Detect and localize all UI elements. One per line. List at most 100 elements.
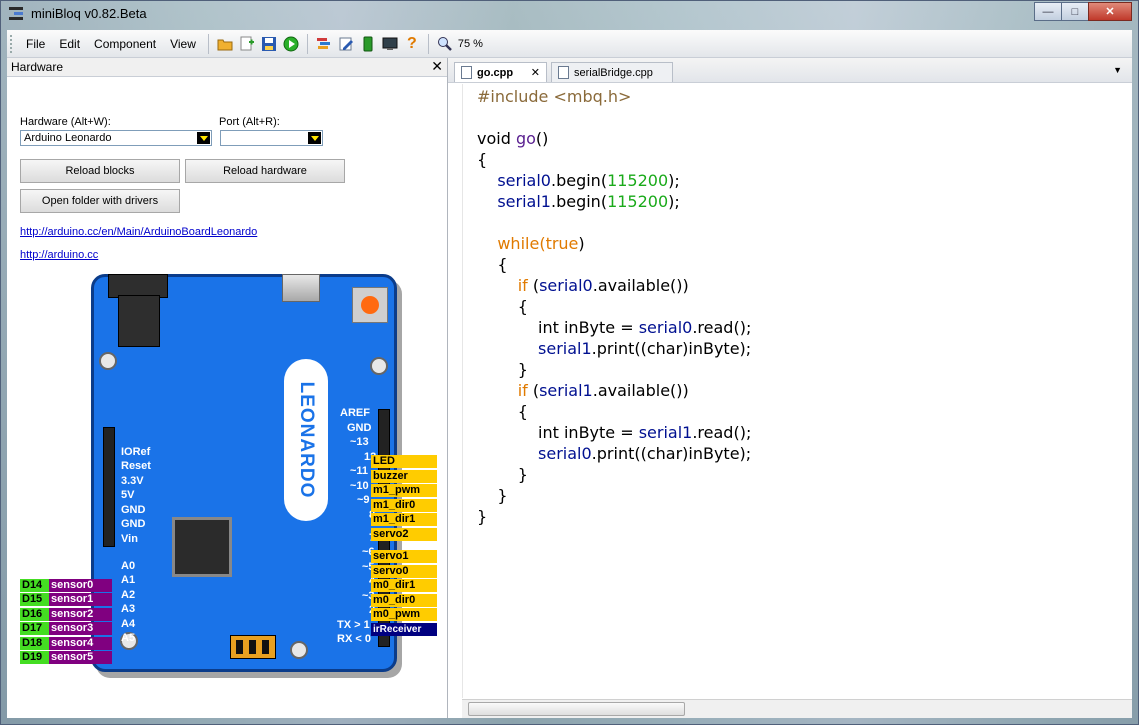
minibloq-app-icon [9,7,23,21]
tab-go-cpp[interactable]: go.cpp ✕ [454,62,547,82]
maximize-button[interactable]: □ [1061,2,1089,21]
tab-serialbridge-cpp[interactable]: serialBridge.cpp [551,62,673,82]
code-token: serial0 [538,444,592,463]
code-token: 115200 [607,171,669,190]
open-folder-icon[interactable] [216,35,234,53]
code-line[interactable]: serial1.print((char)inByte); [477,338,751,359]
close-panel-icon[interactable]: ✕ [431,58,443,75]
hardware-icon[interactable] [359,35,377,53]
code-line[interactable]: if (serial0.available()) [477,275,689,296]
code-token: .available()) [592,381,689,400]
menu-component[interactable]: Component [87,37,163,51]
code-line[interactable]: } [477,464,528,485]
code-token: ( [527,276,540,295]
port-select[interactable] [220,130,323,146]
hardware-select[interactable]: Arduino Leonardo [20,130,212,146]
code-line[interactable]: { [477,254,508,275]
mount-hole [370,357,388,375]
close-tab-icon[interactable]: ✕ [531,66,540,79]
code-line[interactable]: if (serial1.available()) [477,380,689,401]
file-icon [461,66,472,79]
edit-code-icon[interactable] [337,35,355,53]
code-token: serial1 [497,192,551,211]
code-token: serial0 [638,318,693,337]
main-toolbar: File Edit Component View ? 75 % [7,30,1132,58]
new-file-icon[interactable] [238,35,256,53]
code-token: ( [527,381,540,400]
pin-10: ~10 [350,480,369,492]
code-line[interactable]: serial1.begin(115200); [477,191,679,212]
code-area[interactable]: #include <mbq.h> void go(){ serial0.begin… [462,84,1132,698]
close-button[interactable]: ✕ [1088,2,1132,21]
code-line[interactable]: { [477,296,528,317]
chevron-down-icon[interactable] [197,132,210,144]
code-token: .read [692,318,734,337]
arduino-leonardo-board: LEONARDO IORef Reset 3.3V 5V GND GND Vin [91,274,397,672]
horizontal-scrollbar[interactable] [462,699,1132,718]
code-token: while [497,234,540,253]
code-line[interactable]: while(true) [477,233,584,254]
pin-reset: Reset [121,460,151,472]
run-icon[interactable] [282,35,300,53]
code-token: if [517,276,528,295]
sensor-tag: sensor5 [49,651,112,664]
code-line[interactable]: { [477,401,528,422]
code-line[interactable]: int inByte = serial1.read(); [477,422,751,443]
save-icon[interactable] [260,35,278,53]
pin-tag-m1-dir1: m1_dir1 [371,513,437,526]
zoom-icon[interactable] [436,35,454,53]
menu-edit[interactable]: Edit [52,37,87,51]
chevron-down-icon[interactable] [308,132,321,144]
code-token: #include <mbq.h> [477,87,632,106]
reload-hardware-button[interactable]: Reload hardware [185,159,345,183]
help-icon[interactable]: ? [403,35,421,53]
digital-label: D15 [20,593,49,606]
open-folder-button[interactable]: Open folder with drivers [20,189,180,213]
code-line[interactable]: void go() [477,128,548,149]
scrollbar-thumb[interactable] [468,702,685,716]
blocks-icon[interactable] [315,35,333,53]
code-token: { [477,255,508,274]
code-token: go [515,129,536,148]
pin-11: ~11 [350,465,369,477]
code-line[interactable]: { [477,149,487,170]
icsp-header [230,635,276,659]
leonardo-link[interactable]: http://arduino.cc/en/Main/ArduinoBoardLe… [20,226,257,238]
sensor-tag: sensor1 [49,593,112,606]
pin-vin: Vin [121,533,138,545]
tab-label: serialBridge.cpp [574,66,653,79]
code-token: { [477,150,488,169]
code-token: { [477,402,528,421]
title-bar[interactable]: miniBloq v0.82.Beta — □ ✕ [1,1,1138,29]
code-line[interactable]: #include <mbq.h> [477,86,631,107]
menu-view[interactable]: View [163,37,203,51]
toolbar-grip[interactable] [10,34,15,53]
code-line[interactable]: } [477,359,528,380]
pin-ioref: IORef [121,446,151,458]
arduino-link[interactable]: http://arduino.cc [20,249,98,261]
code-token: } [477,360,528,379]
hardware-panel: Hardware ✕ Hardware (Alt+W): Arduino Leo… [7,58,448,718]
reload-blocks-button[interactable]: Reload blocks [20,159,180,183]
minimize-button[interactable]: — [1034,2,1062,21]
tab-list-chevron-down-icon[interactable]: ▼ [1113,65,1122,75]
code-token: serial1 [638,423,693,442]
pin-5v: 5V [121,489,135,501]
pin-gnd: GND [121,518,146,530]
sensor-tag: sensor3 [49,622,112,635]
code-line[interactable]: } [477,485,507,506]
zoom-level[interactable]: 75 % [458,38,483,50]
pin-9: ~9 [357,494,370,506]
code-token: (); [733,423,752,442]
code-line[interactable]: serial0.print((char)inByte); [477,443,751,464]
code-line[interactable]: int inByte = serial0.read(); [477,317,751,338]
code-token: serial1 [539,381,593,400]
code-line[interactable]: serial0.begin(115200); [477,170,679,191]
pin-a3: A3 [121,603,136,615]
pin-tag-servo0: servo0 [371,565,437,578]
sensor-tag: sensor0 [49,579,112,592]
port-label: Port (Alt+R): [219,116,280,128]
code-line[interactable]: } [477,506,487,527]
menu-file[interactable]: File [19,37,52,51]
terminal-icon[interactable] [381,35,399,53]
